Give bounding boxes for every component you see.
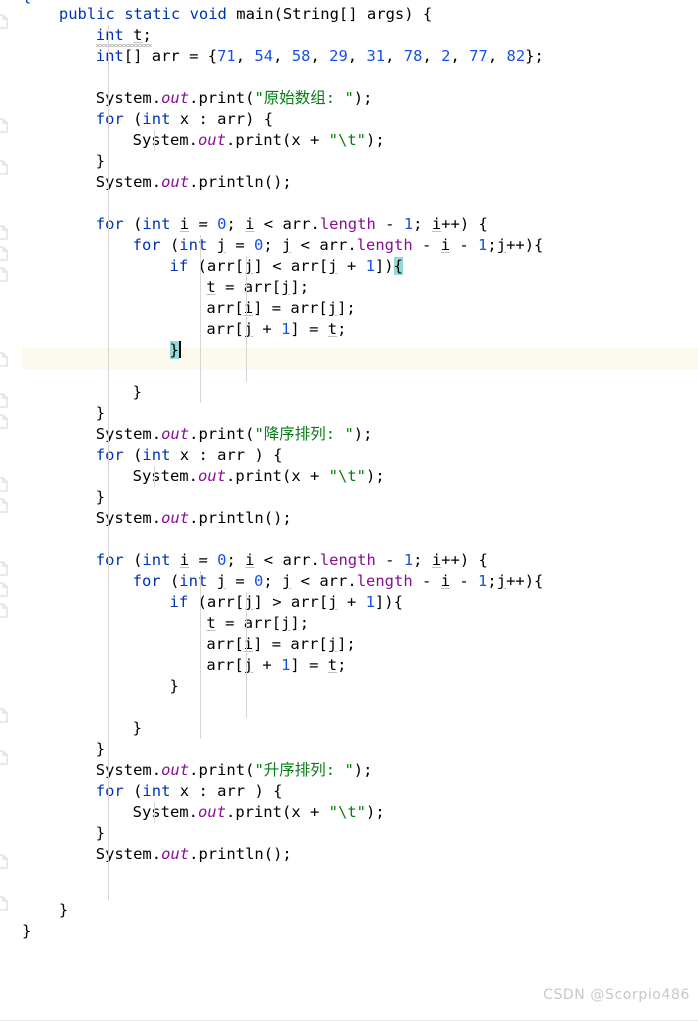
indent-guide bbox=[154, 130, 155, 151]
code-line[interactable]: if (arr[j] < arr[j + 1]){ bbox=[170, 256, 403, 277]
code-line[interactable]: System.out.println(); bbox=[96, 844, 292, 865]
code-fold-marker-icon[interactable] bbox=[0, 246, 9, 261]
code-line[interactable]: } bbox=[22, 921, 31, 942]
code-line[interactable]: arr[i] = arr[j]; bbox=[206, 298, 355, 319]
code-line[interactable]: for (int i = 0; i < arr.length - 1; i++)… bbox=[96, 550, 488, 571]
code-fold-marker-icon[interactable] bbox=[0, 477, 9, 492]
code-line[interactable]: t = arr[j]; bbox=[206, 277, 309, 298]
code-line[interactable]: System.out.print(x + "\t"); bbox=[133, 130, 385, 151]
code-line[interactable]: t = arr[j]; bbox=[206, 613, 309, 634]
indent-guide bbox=[246, 592, 247, 718]
code-line[interactable]: arr[j + 1] = t; bbox=[206, 655, 346, 676]
code-line[interactable]: System.out.print("降序排列: "); bbox=[96, 424, 373, 445]
code-line[interactable]: System.out.println(); bbox=[96, 172, 292, 193]
code-line[interactable]: } bbox=[96, 403, 105, 424]
code-line[interactable]: System.out.print("升序排列: "); bbox=[96, 760, 373, 781]
code-fold-marker-icon[interactable] bbox=[0, 498, 9, 513]
code-fold-marker-icon[interactable] bbox=[0, 603, 9, 618]
code-line[interactable]: } bbox=[96, 487, 105, 508]
code-line[interactable]: for (int x : arr) { bbox=[96, 109, 273, 130]
code-fold-marker-icon[interactable] bbox=[0, 352, 9, 367]
code-line[interactable]: for (int x : arr ) { bbox=[96, 781, 283, 802]
code-line[interactable]: arr[j + 1] = t; bbox=[206, 319, 346, 340]
code-line[interactable]: } bbox=[169, 340, 181, 361]
code-fold-marker-icon[interactable] bbox=[0, 414, 9, 429]
code-line[interactable]: for (int i = 0; i < arr.length - 1; i++)… bbox=[96, 214, 488, 235]
code-line[interactable]: arr[i] = arr[j]; bbox=[206, 634, 355, 655]
editor-gutter[interactable] bbox=[0, 0, 22, 1021]
code-fold-marker-icon[interactable] bbox=[0, 160, 9, 175]
code-line[interactable]: } bbox=[170, 676, 179, 697]
code-fold-marker-icon[interactable] bbox=[0, 708, 9, 723]
code-line[interactable]: } bbox=[59, 900, 68, 921]
code-line[interactable]: System.out.print(x + "\t"); bbox=[133, 802, 385, 823]
code-fold-marker-icon[interactable] bbox=[0, 14, 9, 29]
code-line[interactable]: System.out.print("原始数组: "); bbox=[96, 88, 373, 109]
code-line[interactable]: int[] arr = {71, 54, 58, 29, 31, 78, 2, … bbox=[96, 46, 544, 67]
code-line[interactable]: for (int j = 0; j < arr.length - i - 1;j… bbox=[133, 235, 544, 256]
code-line[interactable]: for (int x : arr ) { bbox=[96, 445, 283, 466]
indent-guide bbox=[200, 571, 201, 739]
code-line[interactable]: } bbox=[133, 718, 142, 739]
code-line[interactable]: } bbox=[96, 739, 105, 760]
code-line[interactable]: if (arr[j] > arr[j + 1]){ bbox=[170, 592, 403, 613]
code-fold-marker-icon[interactable] bbox=[0, 854, 9, 869]
code-line[interactable]: int t; bbox=[95, 25, 152, 47]
code-line[interactable]: } bbox=[96, 823, 105, 844]
code-fold-marker-icon[interactable] bbox=[0, 267, 9, 282]
code-line[interactable]: } bbox=[133, 382, 142, 403]
code-line[interactable]: System.out.print(x + "\t"); bbox=[133, 466, 385, 487]
code-fold-marker-icon[interactable] bbox=[0, 582, 9, 597]
code-line[interactable]: } bbox=[96, 151, 105, 172]
code-editor[interactable]: { public static void main(String[] args)… bbox=[0, 0, 698, 1021]
code-fold-marker-icon[interactable] bbox=[0, 896, 9, 911]
code-fold-marker-icon[interactable] bbox=[0, 118, 9, 133]
code-fold-marker-icon[interactable] bbox=[0, 225, 9, 240]
indent-guide bbox=[246, 256, 247, 382]
code-surface[interactable]: public static void main(String[] args) {… bbox=[0, 0, 698, 1021]
code-fold-marker-icon[interactable] bbox=[0, 750, 9, 765]
code-line[interactable]: for (int j = 0; j < arr.length - i - 1;j… bbox=[133, 571, 544, 592]
indent-guide bbox=[154, 802, 155, 823]
code-line[interactable]: public static void main(String[] args) { bbox=[59, 4, 432, 25]
code-fold-marker-icon[interactable] bbox=[0, 561, 9, 576]
code-line[interactable]: System.out.println(); bbox=[96, 508, 292, 529]
indent-guide bbox=[108, 25, 109, 900]
code-fold-marker-icon[interactable] bbox=[0, 393, 9, 408]
watermark-label: CSDN @Scorpio486 bbox=[543, 987, 690, 1003]
indent-guide bbox=[200, 235, 201, 403]
partial-brace-top: { bbox=[22, 0, 31, 7]
indent-guide bbox=[154, 466, 155, 487]
